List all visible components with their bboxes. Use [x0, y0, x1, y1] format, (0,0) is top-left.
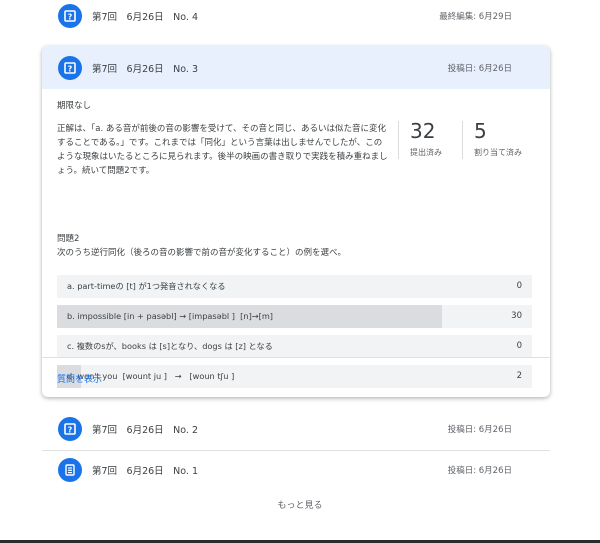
deadline: 期限なし: [57, 101, 92, 111]
answer-option-b: b. impossible [in + pasəbl] → [impasəbl …: [57, 305, 532, 328]
svg-text:?: ?: [68, 426, 73, 435]
post-date: 投稿日: 6月26日: [447, 425, 512, 435]
option-count: 2: [516, 371, 522, 381]
submitted-label: 提出済み: [410, 148, 442, 157]
post-title: 第7回 6月26日 No. 1: [92, 466, 199, 477]
card-header[interactable]: ? 第7回 6月26日 No. 3 投稿日: 6月26日: [42, 46, 550, 89]
submitted-stat[interactable]: 32 提出済み: [410, 119, 442, 158]
post-title: 第7回 6月26日 No. 4: [92, 12, 199, 23]
submitted-count: 32: [410, 119, 436, 143]
assigned-stat[interactable]: 5 割り当て済み: [474, 119, 522, 158]
question-icon: ?: [58, 4, 82, 28]
svg-text:?: ?: [68, 13, 73, 22]
card-divider: [42, 357, 550, 358]
question-heading: 問題2: [57, 234, 80, 244]
post-title: 第7回 6月26日 No. 3: [92, 63, 199, 75]
question-icon: ?: [58, 55, 82, 80]
svg-text:?: ?: [68, 64, 73, 73]
show-more-button[interactable]: もっと見る: [0, 498, 600, 511]
answer-option-a: a. part-timeの [t] が1つ発音されなくなる 0: [57, 275, 532, 298]
assigned-count: 5: [474, 119, 487, 143]
option-label: a. part-timeの [t] が1つ発音されなくなる: [67, 281, 226, 291]
show-question-link[interactable]: 質問を表示: [57, 372, 102, 385]
post-row-no1[interactable]: 第7回 6月26日 No. 1 投稿日: 6月26日: [42, 450, 550, 490]
question-text: 次のうち逆行同化（後ろの音の影響で前の音が変化すること）の例を選べ。: [57, 248, 347, 258]
answer-option-d: d. won't you [wount ju ] → [woun tʃu ] 2: [57, 365, 532, 388]
question-icon: ?: [58, 417, 82, 441]
option-label: b. impossible [in + pasəbl] → [impasəbl …: [67, 311, 273, 321]
post-date: 投稿日: 6月26日: [447, 63, 512, 74]
post-date: 投稿日: 6月26日: [447, 466, 512, 476]
post-date: 最終編集: 6月29日: [439, 12, 512, 22]
post-title: 第7回 6月26日 No. 2: [92, 425, 199, 436]
post-row-no4[interactable]: ? 第7回 6月26日 No. 4 最終編集: 6月29日: [42, 0, 550, 36]
assigned-label: 割り当て済み: [474, 148, 522, 157]
option-label: c. 複数のsが、books は [s]となり、dogs は [z] となる: [67, 341, 273, 351]
stat-divider: [398, 121, 399, 159]
post-row-no2[interactable]: ? 第7回 6月26日 No. 2 投稿日: 6月26日: [42, 409, 550, 449]
answer-option-c: c. 複数のsが、books は [s]となり、dogs は [z] となる 0: [57, 335, 532, 358]
expanded-post-card: ? 第7回 6月26日 No. 3 投稿日: 6月26日 期限なし 正解は、「a…: [42, 46, 550, 397]
option-count: 30: [511, 311, 522, 321]
option-count: 0: [516, 341, 522, 351]
post-description: 正解は、「a. ある音が前後の音の影響を受けて、その音と同じ、あるいは似た音に変…: [57, 124, 388, 176]
assignment-icon: [58, 458, 82, 482]
stat-divider: [462, 121, 463, 159]
option-count: 0: [516, 281, 522, 291]
